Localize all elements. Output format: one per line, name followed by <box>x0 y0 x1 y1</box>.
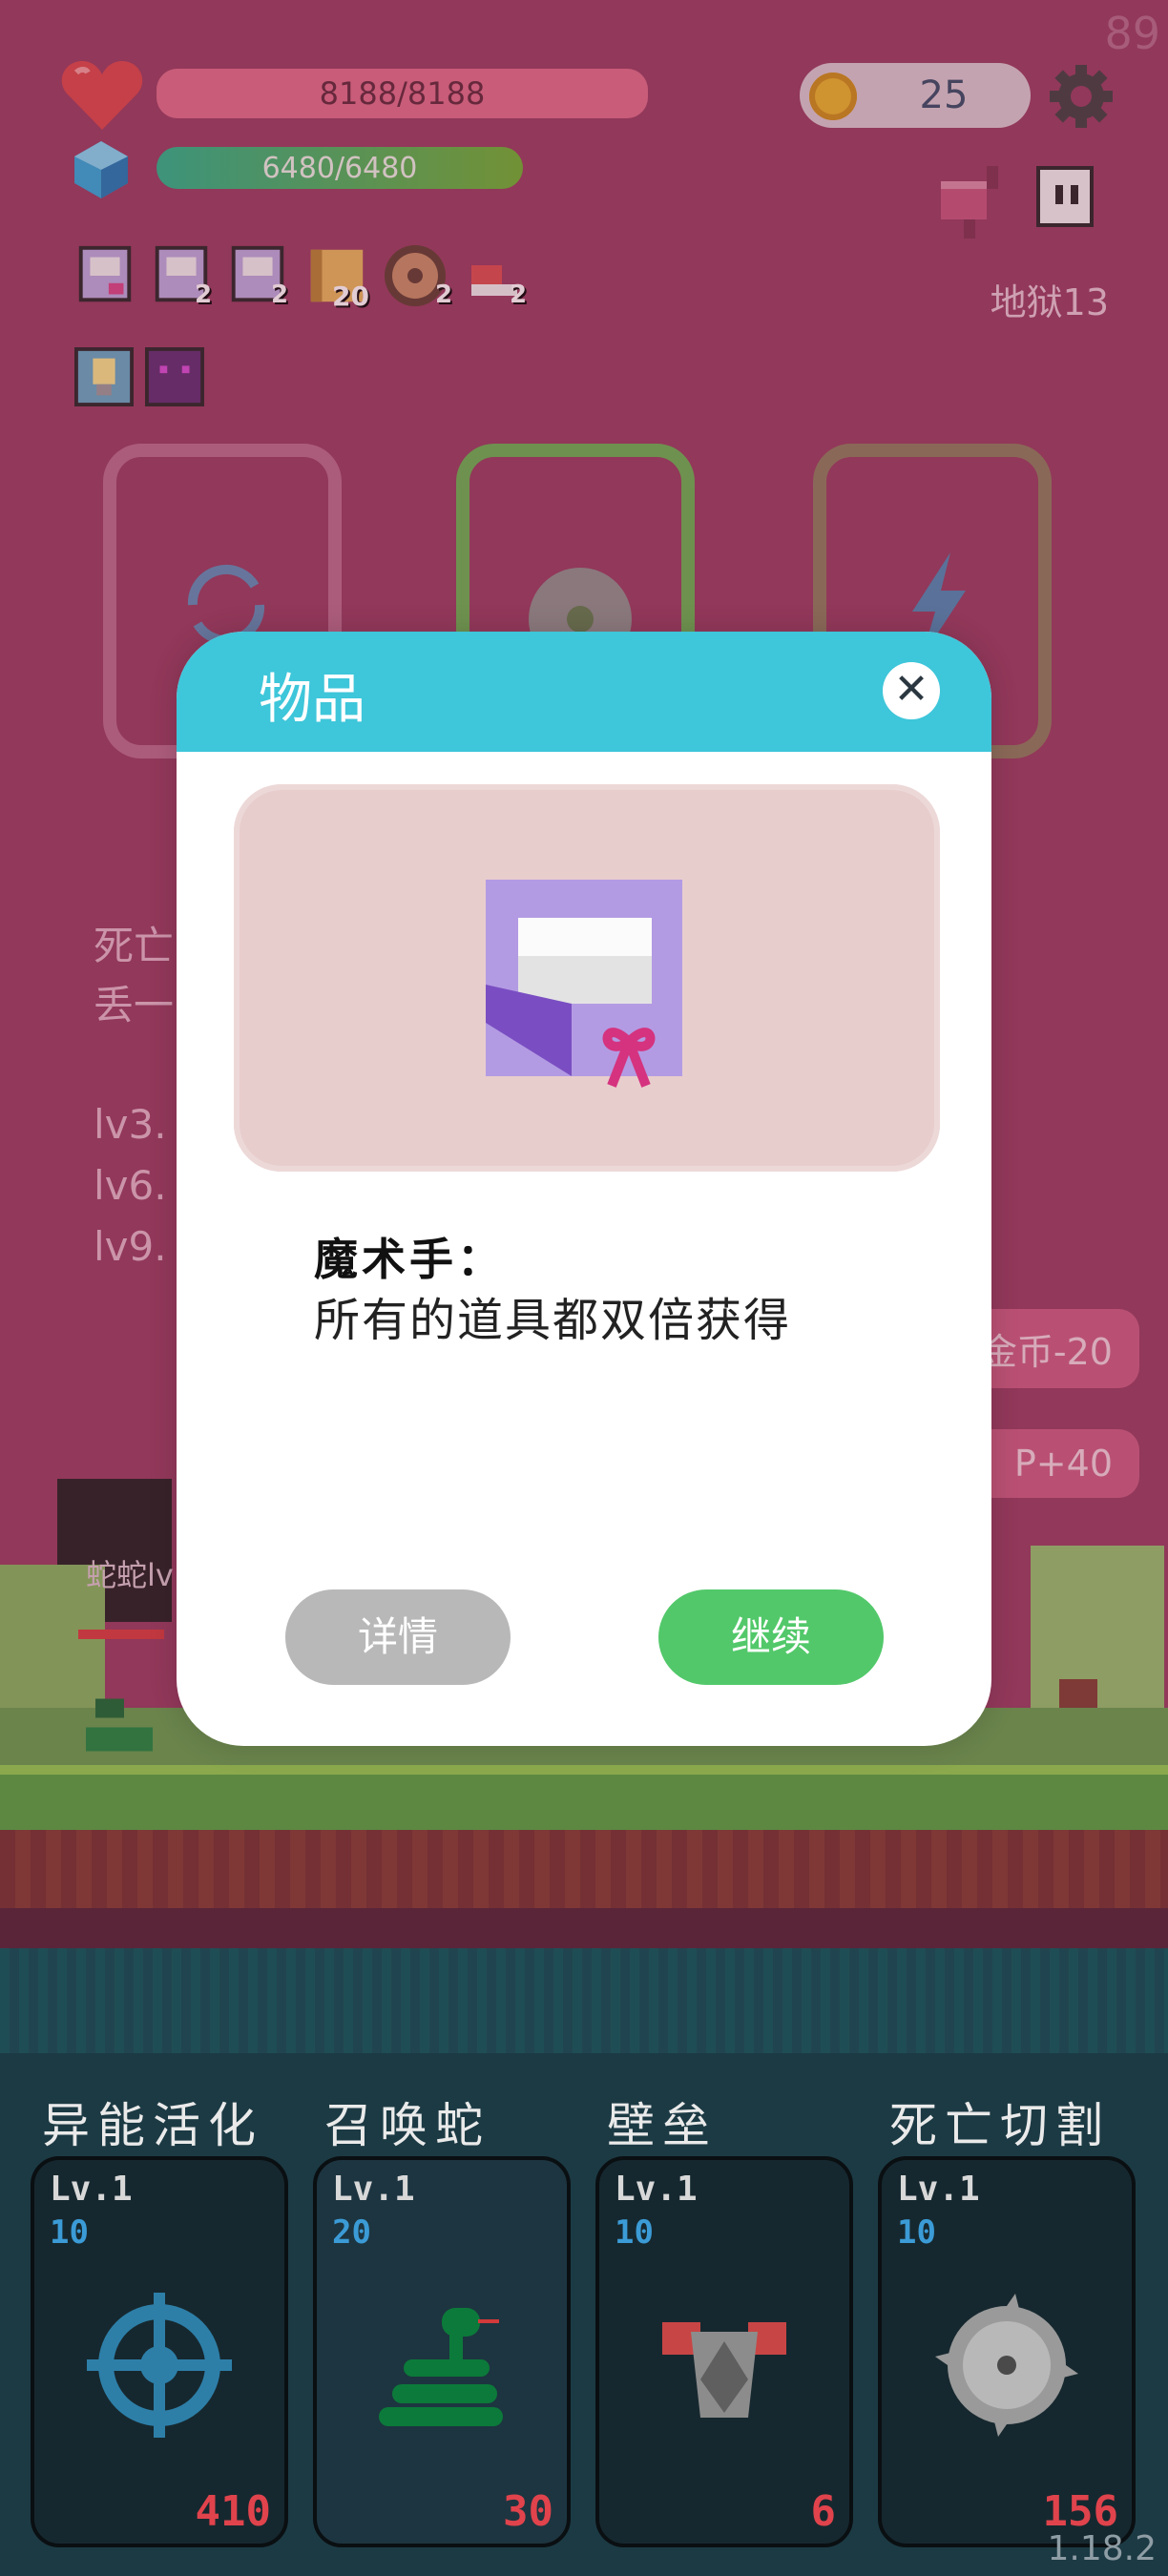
skill-level: Lv.1 <box>50 2170 133 2209</box>
magic-hand-icon <box>486 880 682 1088</box>
skill-level: Lv.1 <box>332 2170 415 2209</box>
skill-cost: 20 <box>332 2213 371 2252</box>
skill-value: 30 <box>503 2487 553 2536</box>
skill-title: 壁垒 <box>607 2098 718 2153</box>
item-description: 所有的道具都双倍获得 <box>314 1294 792 1347</box>
skill-title: 异能活化 <box>42 2098 263 2153</box>
armor-icon <box>662 2322 786 2418</box>
item-name: 魔术手： <box>314 1234 505 1285</box>
item-preview <box>234 784 940 1172</box>
continue-button[interactable]: 继续 <box>658 1589 884 1685</box>
item-dialog: 物品 ✕ 魔术手： 所有的道具都双倍获得 详情 继续 <box>177 632 991 1746</box>
detail-button[interactable]: 详情 <box>285 1589 511 1685</box>
skill-cost: 10 <box>897 2213 936 2252</box>
skill-cost: 10 <box>615 2213 654 2252</box>
snake-icon <box>379 2308 503 2426</box>
skill-panel-border <box>0 1948 1168 2053</box>
close-button[interactable]: ✕ <box>883 662 940 719</box>
skill-cost: 10 <box>50 2213 89 2252</box>
close-icon: ✕ <box>893 665 929 714</box>
skill-value: 410 <box>195 2487 271 2536</box>
skill-level: Lv.1 <box>615 2170 698 2209</box>
skill-card-snake[interactable]: Lv.1 20 30 <box>313 2156 571 2547</box>
skill-card-barrier[interactable]: Lv.1 10 6 <box>595 2156 853 2547</box>
skill-value: 6 <box>810 2487 837 2536</box>
skill-level: Lv.1 <box>897 2170 980 2209</box>
skill-title: 死亡切割 <box>889 2098 1111 2153</box>
saw-blade-icon <box>935 2294 1078 2437</box>
skill-card-ability[interactable]: Lv.1 10 410 <box>31 2156 288 2547</box>
skill-title: 召唤蛇 <box>324 2098 490 2153</box>
version-label: 1.18.2 <box>1047 2529 1157 2568</box>
crosshair-icon <box>87 2293 232 2438</box>
skill-card-death-cut[interactable]: Lv.1 10 156 <box>878 2156 1136 2547</box>
dialog-title: 物品 <box>259 669 365 731</box>
